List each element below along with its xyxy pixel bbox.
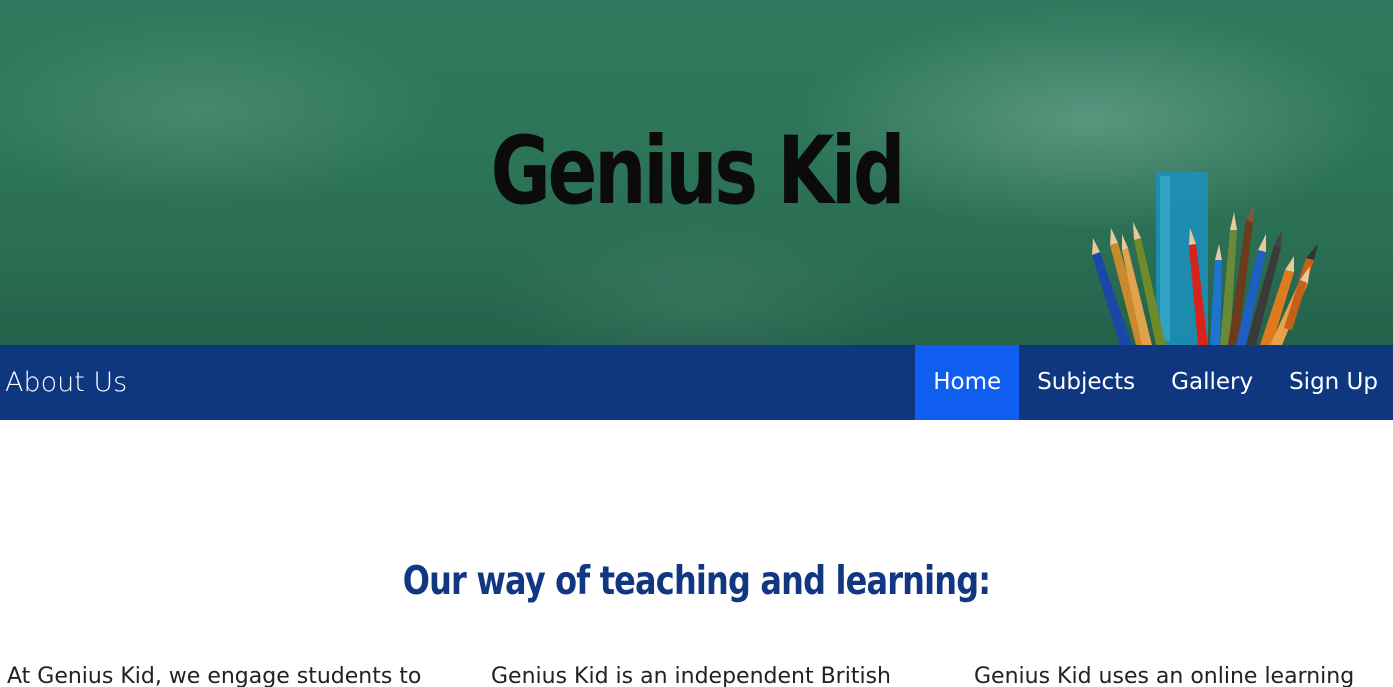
hero-banner: Genius Kid: [0, 0, 1393, 345]
intro-column-3: Genius Kid uses an online learning: [974, 664, 1355, 687]
nav-link-gallery[interactable]: Gallery: [1153, 345, 1271, 420]
nav-brand-about-us[interactable]: About Us: [5, 345, 127, 420]
section-heading: Our way of teaching and learning:: [402, 559, 991, 604]
nav-links: Home Subjects Gallery Sign Up: [915, 345, 1393, 420]
nav-link-sign-up[interactable]: Sign Up: [1271, 345, 1393, 420]
main-navbar: About Us Home Subjects Gallery Sign Up: [0, 345, 1393, 420]
intro-column-2: Genius Kid is an independent British: [491, 664, 891, 687]
intro-column-1: At Genius Kid, we engage students to: [7, 664, 422, 687]
nav-link-home[interactable]: Home: [915, 345, 1020, 420]
site-title: Genius Kid: [490, 117, 906, 226]
nav-link-subjects[interactable]: Subjects: [1019, 345, 1153, 420]
